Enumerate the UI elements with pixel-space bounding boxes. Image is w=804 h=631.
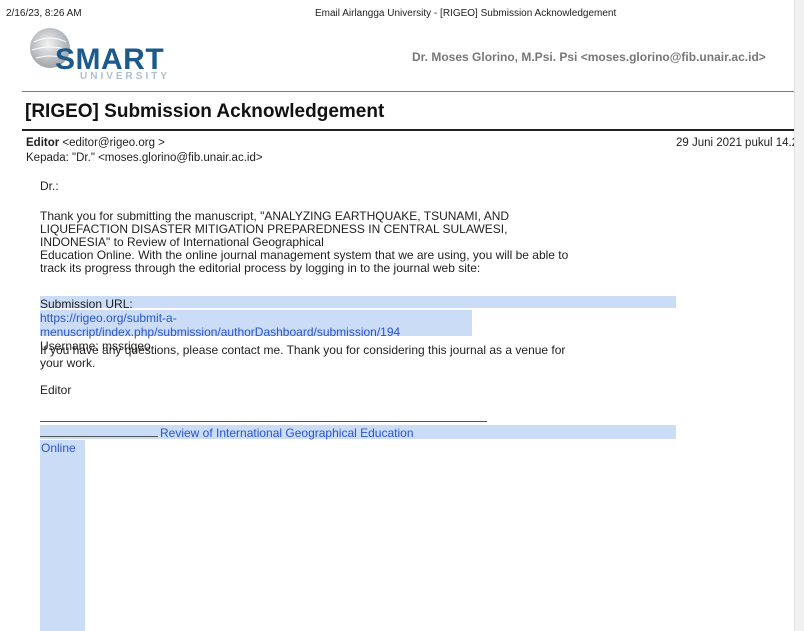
submission-label: Submission URL:	[40, 297, 133, 311]
header-divider	[22, 91, 794, 92]
scrollbar[interactable]	[794, 0, 804, 631]
from-email: <editor@rigeo.org >	[59, 137, 165, 149]
signature-divider	[40, 421, 487, 422]
paragraph-line: If you have any questions, please contac…	[40, 343, 566, 357]
signoff: Editor	[40, 383, 72, 397]
from-name: Editor	[26, 137, 60, 149]
message-from: Editor <editor@rigeo.org >	[26, 137, 165, 149]
submission-url-link[interactable]: https://rigeo.org/submit-a-	[40, 311, 400, 325]
paragraph-line: track its progress through the editorial…	[40, 261, 481, 275]
paragraph-line: your work.	[40, 356, 96, 370]
message-date: 29 Juni 2021 pukul 14.24	[676, 137, 804, 149]
svg-text:UNIVERSITY: UNIVERSITY	[80, 71, 170, 80]
submission-url-link-cont[interactable]: menuscript/index.php/submission/authorDa…	[40, 325, 400, 339]
journal-link[interactable]: Review of International Geographical Edu…	[160, 426, 414, 440]
smart-university-logo: SMART UNIVERSITY	[20, 26, 195, 82]
greeting: Dr.:	[40, 179, 59, 193]
paragraph-questions: If you have any questions, please contac…	[40, 344, 690, 370]
journal-link-online[interactable]: Online	[41, 441, 76, 455]
account-header: Dr. Moses Glorino, M.Psi. Psi <moses.glo…	[412, 50, 766, 64]
subject-divider	[22, 129, 794, 131]
signature-underline	[40, 436, 158, 437]
message-to: Kepada: "Dr." <moses.glorino@fib.unair.a…	[26, 152, 263, 164]
print-datetime: 2/16/23, 8:26 AM	[6, 8, 82, 19]
print-page-title: Email Airlangga University - [RIGEO] Sub…	[315, 8, 617, 19]
paragraph-acknowledgement: Thank you for submitting the manuscript,…	[40, 210, 690, 275]
link-highlight	[40, 440, 85, 631]
message-subject: [RIGEO] Submission Acknowledgement	[25, 101, 385, 122]
